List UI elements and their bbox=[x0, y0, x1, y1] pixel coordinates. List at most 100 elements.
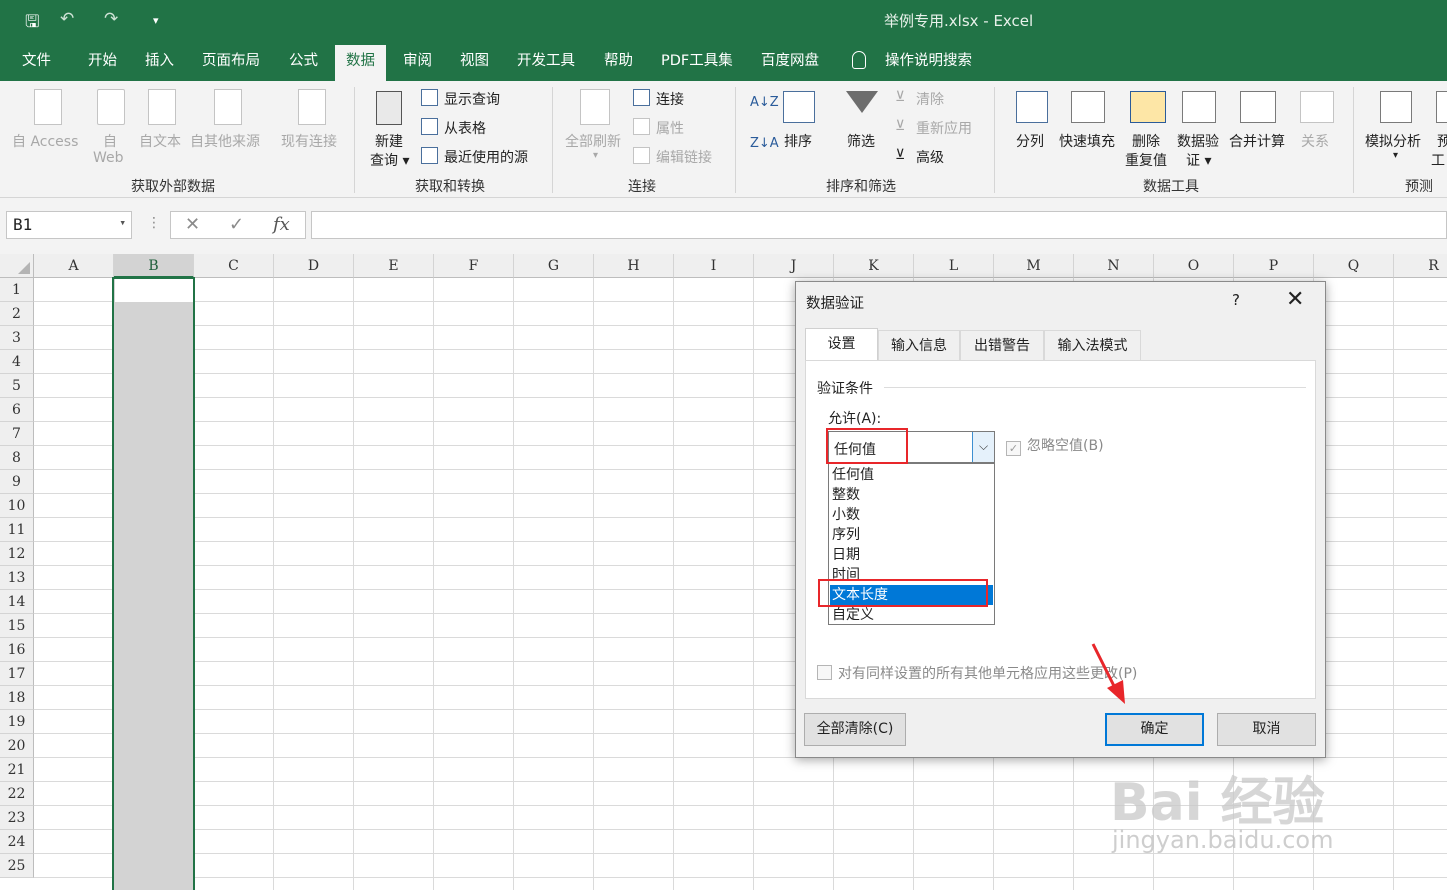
from-access-button[interactable]: 自 Access bbox=[12, 131, 78, 151]
new-query-dropdown[interactable]: 查询 ▾ bbox=[370, 150, 409, 170]
help-icon[interactable]: ? bbox=[1232, 291, 1240, 309]
column-header-m[interactable]: M bbox=[994, 254, 1074, 278]
option-any-value[interactable]: 任何值 bbox=[830, 465, 993, 485]
clear-all-button[interactable]: 全部清除(C) bbox=[804, 713, 906, 746]
row-header-24[interactable]: 24 bbox=[0, 830, 34, 854]
name-box[interactable]: B1 ▾ bbox=[6, 211, 132, 239]
column-header-i[interactable]: I bbox=[674, 254, 754, 278]
tell-me-search[interactable]: 操作说明搜索 bbox=[874, 42, 983, 81]
row-header-14[interactable]: 14 bbox=[0, 590, 34, 614]
tab-pdf-tools[interactable]: PDF工具集 bbox=[650, 42, 744, 81]
row-header-1[interactable]: 1 bbox=[0, 278, 34, 302]
row-header-4[interactable]: 4 bbox=[0, 350, 34, 374]
column-header-p[interactable]: P bbox=[1234, 254, 1314, 278]
formula-input[interactable] bbox=[311, 211, 1447, 239]
sort-button[interactable]: 排序 bbox=[784, 131, 812, 151]
chevron-down-icon[interactable]: ▾ bbox=[119, 216, 126, 229]
data-validation-button[interactable]: 数据验 bbox=[1177, 131, 1219, 151]
ok-button[interactable]: 确定 bbox=[1105, 713, 1204, 746]
row-header-7[interactable]: 7 bbox=[0, 422, 34, 446]
column-header-l[interactable]: L bbox=[914, 254, 994, 278]
column-header-b[interactable]: B bbox=[114, 254, 194, 278]
advanced-button[interactable]: 高级 bbox=[916, 147, 944, 167]
from-web-button[interactable]: 自 bbox=[103, 131, 117, 151]
row-header-25[interactable]: 25 bbox=[0, 854, 34, 878]
row-header-19[interactable]: 19 bbox=[0, 710, 34, 734]
from-other-sources-button[interactable]: 自其他来源 bbox=[190, 131, 260, 151]
tab-input-message[interactable]: 输入信息 bbox=[878, 330, 960, 360]
tab-developer[interactable]: 开发工具 bbox=[506, 42, 586, 81]
tab-review[interactable]: 审阅 bbox=[392, 42, 443, 81]
column-header-d[interactable]: D bbox=[274, 254, 354, 278]
cancel-button[interactable]: 取消 bbox=[1217, 713, 1316, 746]
select-all-corner[interactable] bbox=[0, 254, 34, 278]
insert-function-icon[interactable]: fx bbox=[273, 214, 290, 235]
row-header-11[interactable]: 11 bbox=[0, 518, 34, 542]
option-date[interactable]: 日期 bbox=[830, 545, 993, 565]
row-header-13[interactable]: 13 bbox=[0, 566, 34, 590]
column-header-r[interactable]: R bbox=[1394, 254, 1447, 278]
existing-connections-button[interactable]: 现有连接 bbox=[281, 131, 337, 151]
properties-button[interactable]: 属性 bbox=[656, 118, 684, 138]
what-if-dropdown-icon[interactable]: ▾ bbox=[1393, 150, 1398, 161]
row-header-21[interactable]: 21 bbox=[0, 758, 34, 782]
tab-page-layout[interactable]: 页面布局 bbox=[191, 42, 271, 81]
edit-links-button[interactable]: 编辑链接 bbox=[656, 147, 712, 167]
show-queries-button[interactable]: 显示查询 bbox=[444, 89, 500, 109]
row-header-5[interactable]: 5 bbox=[0, 374, 34, 398]
column-header-j[interactable]: J bbox=[754, 254, 834, 278]
column-header-q[interactable]: Q bbox=[1314, 254, 1394, 278]
enter-icon[interactable]: ✓ bbox=[229, 214, 244, 235]
save-icon[interactable]: 🖫 bbox=[25, 9, 39, 38]
sort-az-icon[interactable]: A↓Z bbox=[750, 95, 779, 110]
ignore-blank-checkbox[interactable]: ✓ 忽略空值(B) bbox=[1006, 435, 1104, 456]
option-list[interactable]: 序列 bbox=[830, 525, 993, 545]
tab-formulas[interactable]: 公式 bbox=[278, 42, 329, 81]
chevron-down-icon[interactable]: ⌵ bbox=[972, 432, 994, 462]
column-header-h[interactable]: H bbox=[594, 254, 674, 278]
undo-icon[interactable]: ↶ bbox=[60, 9, 74, 29]
flash-fill-button[interactable]: 快速填充 bbox=[1059, 131, 1115, 151]
relationships-button[interactable]: 关系 bbox=[1301, 131, 1329, 151]
row-header-10[interactable]: 10 bbox=[0, 494, 34, 518]
refresh-all-dropdown-icon[interactable]: ▾ bbox=[593, 150, 598, 161]
tab-baidu-netdisk[interactable]: 百度网盘 bbox=[750, 42, 830, 81]
consolidate-button[interactable]: 合并计算 bbox=[1229, 131, 1285, 151]
forecast-sheet-button[interactable]: 预 bbox=[1437, 131, 1447, 151]
drag-handle-icon[interactable]: ⋮ bbox=[147, 215, 161, 231]
new-query-button[interactable]: 新建 bbox=[375, 131, 403, 151]
column-header-c[interactable]: C bbox=[194, 254, 274, 278]
tab-ime-mode[interactable]: 输入法模式 bbox=[1044, 330, 1141, 360]
row-header-9[interactable]: 9 bbox=[0, 470, 34, 494]
column-header-g[interactable]: G bbox=[514, 254, 594, 278]
customize-qat-icon[interactable]: ▾ bbox=[153, 14, 159, 27]
connections-button[interactable]: 连接 bbox=[656, 89, 684, 109]
tab-insert[interactable]: 插入 bbox=[134, 42, 185, 81]
row-header-15[interactable]: 15 bbox=[0, 614, 34, 638]
reapply-button[interactable]: 重新应用 bbox=[916, 118, 972, 138]
row-header-18[interactable]: 18 bbox=[0, 686, 34, 710]
option-whole-number[interactable]: 整数 bbox=[830, 485, 993, 505]
close-icon[interactable]: ✕ bbox=[1286, 286, 1304, 314]
data-validation-dropdown[interactable]: 证 ▾ bbox=[1186, 150, 1211, 170]
recent-sources-button[interactable]: 最近使用的源 bbox=[444, 147, 528, 167]
row-header-23[interactable]: 23 bbox=[0, 806, 34, 830]
column-header-k[interactable]: K bbox=[834, 254, 914, 278]
filter-button[interactable]: 筛选 bbox=[847, 131, 875, 151]
row-header-16[interactable]: 16 bbox=[0, 638, 34, 662]
refresh-all-button[interactable]: 全部刷新 bbox=[565, 131, 621, 151]
from-text-button[interactable]: 自文本 bbox=[139, 131, 181, 151]
tab-view[interactable]: 视图 bbox=[449, 42, 500, 81]
what-if-analysis-button[interactable]: 模拟分析 bbox=[1365, 131, 1421, 151]
row-header-2[interactable]: 2 bbox=[0, 302, 34, 326]
text-to-columns-button[interactable]: 分列 bbox=[1016, 131, 1044, 151]
row-header-20[interactable]: 20 bbox=[0, 734, 34, 758]
column-header-n[interactable]: N bbox=[1074, 254, 1154, 278]
from-table-button[interactable]: 从表格 bbox=[444, 118, 486, 138]
column-header-a[interactable]: A bbox=[34, 254, 114, 278]
tab-home[interactable]: 开始 bbox=[77, 42, 128, 81]
cancel-icon[interactable]: ✕ bbox=[185, 214, 200, 235]
sort-za-icon[interactable]: Z↓A bbox=[750, 136, 779, 151]
column-header-f[interactable]: F bbox=[434, 254, 514, 278]
option-decimal[interactable]: 小数 bbox=[830, 505, 993, 525]
